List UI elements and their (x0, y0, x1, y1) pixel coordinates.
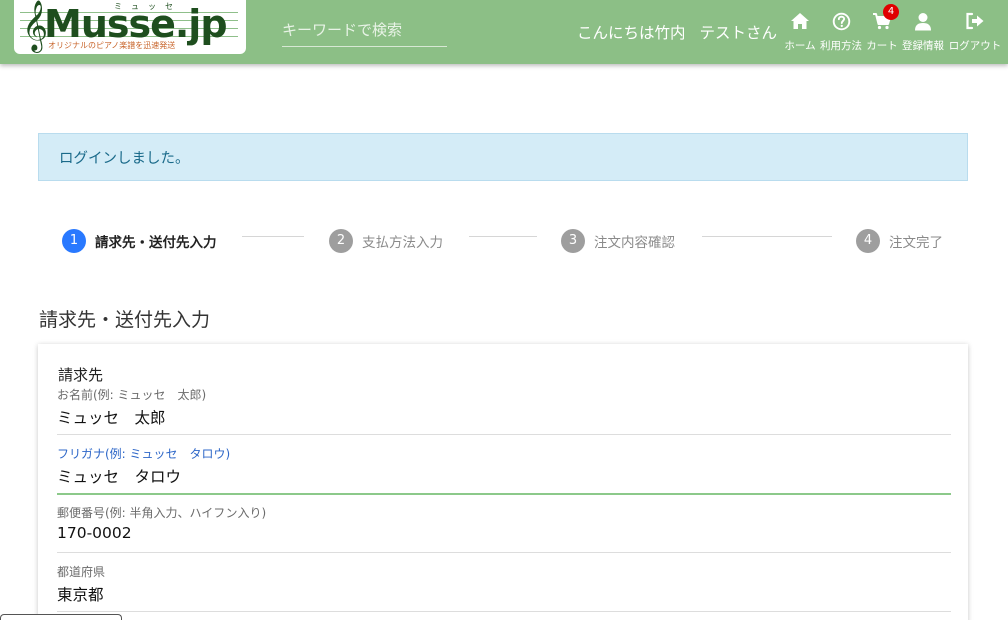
cart-count-badge: 4 (883, 4, 899, 20)
field-underline (57, 611, 951, 612)
step-number: 2 (329, 229, 353, 253)
prefecture-field[interactable]: 都道府県 東京都 (57, 563, 951, 612)
step-complete: 4 注文完了 (856, 229, 943, 253)
step-label: 注文内容確認 (594, 235, 675, 251)
step-billing-shipping: 1 請求先・送付先入力 (62, 229, 217, 253)
nav-cart[interactable]: 4 カート (865, 4, 899, 56)
nav-account-label: 登録情報 (902, 40, 944, 52)
search-input[interactable] (282, 14, 447, 46)
site-logo[interactable]: 𝄞 ミュッセ Musse.jp オリジナルのピアノ楽譜を迅速発送 (14, 0, 246, 54)
postal-code-field-label: 郵便番号(例: 半角入力、ハイフン入り) (57, 506, 267, 520)
home-icon (790, 8, 810, 34)
step-label: 支払方法入力 (362, 235, 443, 251)
greeting-prefix: こんにちは竹内 (577, 24, 686, 42)
cart-icon: 4 (872, 4, 899, 34)
step-confirm: 3 注文内容確認 (561, 229, 675, 253)
bottom-left-tab (0, 614, 122, 620)
name-field-label: お名前(例: ミュッセ 太郎) (57, 388, 207, 402)
furigana-field-value[interactable]: ミュッセ タロウ (57, 465, 951, 488)
nav-cart-label: カート (866, 40, 898, 52)
prefecture-field-value[interactable]: 東京都 (57, 583, 951, 606)
user-greeting: こんにちは竹内 テストさん (577, 21, 791, 43)
prefecture-field-label: 都道府県 (57, 565, 106, 579)
postal-code-field-value[interactable]: 170-0002 (57, 524, 951, 547)
step-number: 1 (62, 229, 86, 253)
step-number: 4 (856, 229, 880, 253)
billing-form-card: 請求先 お名前(例: ミュッセ 太郎) ミュッセ 太郎 フリガナ(例: ミュッセ… (38, 344, 968, 620)
login-success-alert: ログインしました。 (38, 133, 968, 181)
question-circle-icon (832, 8, 851, 34)
search-box (282, 14, 447, 47)
step-label: 請求先・送付先入力 (95, 235, 217, 251)
field-underline (57, 493, 951, 495)
nav-home[interactable]: ホーム (784, 8, 816, 56)
step-payment: 2 支払方法入力 (329, 229, 443, 253)
field-underline (57, 552, 951, 553)
billing-heading: 請求先 (58, 366, 104, 384)
field-underline (57, 434, 951, 435)
app-header: 𝄞 ミュッセ Musse.jp オリジナルのピアノ楽譜を迅速発送 こんにちは竹内… (0, 0, 1008, 64)
name-field-value[interactable]: ミュッセ 太郎 (57, 406, 951, 429)
step-number: 3 (561, 229, 585, 253)
stepper-connector (469, 236, 537, 237)
nav-home-label: ホーム (784, 40, 816, 52)
nav-account[interactable]: 登録情報 (900, 8, 946, 56)
nav-logout-label: ログアウト (948, 40, 1002, 52)
logo-subtitle: オリジナルのピアノ楽譜を迅速発送 (48, 41, 176, 50)
nav-logout[interactable]: ログアウト (947, 8, 1003, 56)
furigana-field[interactable]: フリガナ(例: ミュッセ タロウ) ミュッセ タロウ (57, 445, 951, 495)
furigana-field-label: フリガナ(例: ミュッセ タロウ) (57, 447, 231, 461)
step-label: 注文完了 (889, 235, 943, 251)
user-icon (914, 8, 932, 34)
name-field[interactable]: お名前(例: ミュッセ 太郎) ミュッセ 太郎 (57, 386, 951, 435)
nav-help-label: 利用方法 (820, 40, 862, 52)
postal-code-field[interactable]: 郵便番号(例: 半角入力、ハイフン入り) 170-0002 (57, 504, 951, 553)
logout-icon (965, 8, 985, 34)
stepper-connector (702, 236, 832, 237)
greeting-name: テストさん (699, 24, 778, 42)
nav-help[interactable]: 利用方法 (819, 8, 863, 56)
page-title: 請求先・送付先入力 (39, 309, 211, 331)
stepper-connector (242, 236, 304, 237)
